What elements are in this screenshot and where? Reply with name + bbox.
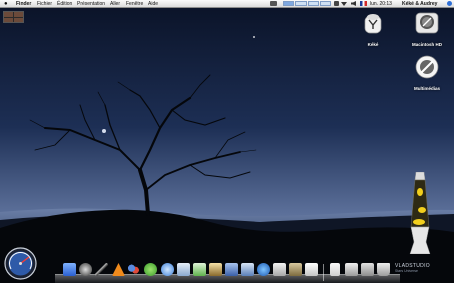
- utilities-icon[interactable]: [95, 263, 108, 276]
- finder-icon[interactable]: [63, 263, 76, 276]
- user-home-icon: [364, 14, 382, 34]
- menu-user[interactable]: Kéké & Audrey: [402, 0, 437, 8]
- menu-edition[interactable]: Édition: [57, 0, 72, 8]
- safari-icon[interactable]: [161, 263, 174, 276]
- menu-presentation[interactable]: Présentation: [77, 0, 105, 8]
- menu-fenetre[interactable]: Fenêtre: [126, 0, 143, 8]
- spotlight-icon[interactable]: [447, 1, 452, 6]
- desktop-icon-label: Kéké: [367, 42, 379, 47]
- desktop-icon-macintosh-hd[interactable]: Macintosh HD: [407, 10, 447, 47]
- desktop-icon-label: Multimédias: [413, 86, 440, 91]
- speedometer-widget[interactable]: [4, 247, 37, 280]
- textedit-icon[interactable]: [305, 263, 318, 276]
- wifi-icon[interactable]: [341, 2, 347, 6]
- dock: [55, 261, 400, 283]
- menu-fichier[interactable]: Fichier: [37, 0, 52, 8]
- disc-icon: [415, 55, 439, 79]
- spaces-widget[interactable]: [3, 11, 24, 23]
- chat-icon[interactable]: [127, 263, 140, 276]
- idvd-icon[interactable]: [241, 263, 254, 276]
- dashboard-icon[interactable]: [79, 263, 92, 276]
- menu-aller[interactable]: Aller: [110, 0, 120, 8]
- volume-icon[interactable]: [351, 1, 356, 6]
- menu-aide[interactable]: Aide: [148, 0, 158, 8]
- menu-finder[interactable]: Finder: [16, 0, 31, 8]
- bluetooth-icon[interactable]: [334, 1, 339, 6]
- applications-stack-icon[interactable]: [361, 263, 374, 276]
- mail-icon[interactable]: [177, 263, 190, 276]
- input-source-flag-icon[interactable]: [360, 1, 367, 6]
- desktop-icon-label: Macintosh HD: [411, 42, 442, 47]
- desktop-icon-keke[interactable]: Kéké: [353, 10, 393, 47]
- spaces-menu-icon[interactable]: [283, 1, 331, 6]
- lava-lamp-widget[interactable]: [408, 172, 432, 254]
- dock-separator: [323, 264, 324, 281]
- menu-clock[interactable]: lun. 20:13: [370, 0, 392, 8]
- iphoto-icon[interactable]: [209, 263, 222, 276]
- itunes-icon[interactable]: [193, 263, 206, 276]
- network-icon[interactable]: [257, 263, 270, 276]
- menu-extra-icon[interactable]: [270, 1, 277, 6]
- watermark-subtitle: Stars Universe: [395, 269, 418, 273]
- vlc-icon[interactable]: [112, 263, 125, 276]
- preview-icon[interactable]: [273, 263, 286, 276]
- trash-icon[interactable]: [377, 263, 390, 276]
- messenger-icon[interactable]: [144, 263, 157, 276]
- imovie-icon[interactable]: [225, 263, 238, 276]
- document-icon[interactable]: [330, 263, 340, 276]
- menu-bar: ● Finder Fichier Édition Présentation Al…: [0, 0, 454, 8]
- apple-menu-icon[interactable]: ●: [4, 0, 8, 8]
- downloads-stack-icon[interactable]: [345, 263, 358, 276]
- address-book-icon[interactable]: [289, 263, 302, 276]
- hard-drive-icon: [415, 12, 439, 34]
- wallpaper-watermark: VLADSTUDIO Stars Universe: [395, 263, 430, 273]
- desktop-icon-multimedias[interactable]: Multimédias: [407, 54, 447, 91]
